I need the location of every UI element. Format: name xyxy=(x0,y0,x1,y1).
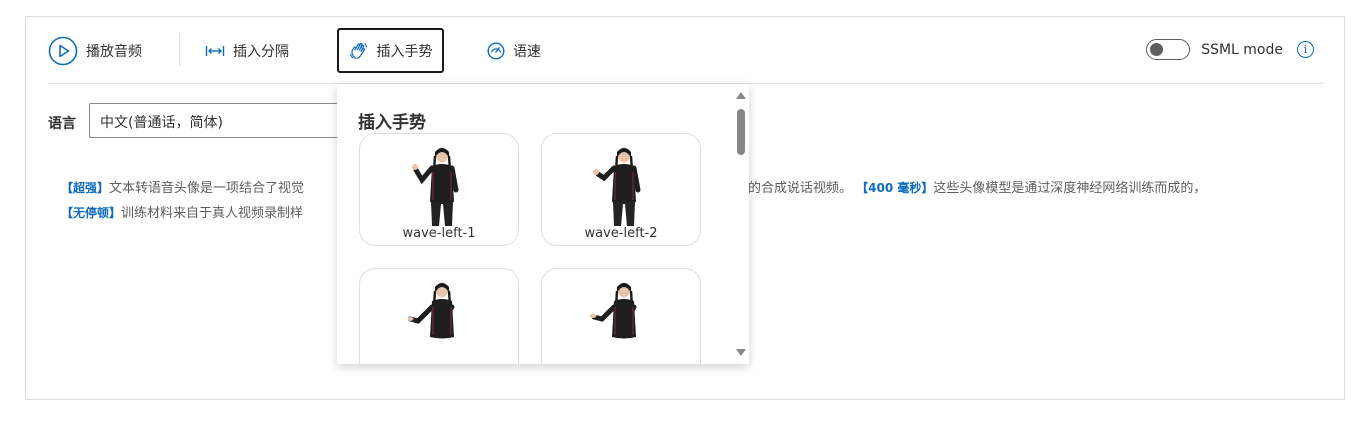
break-tag[interactable]: 【400 毫秒】 xyxy=(856,181,933,195)
toolbar: 播放音频 插入分隔 插入手势 语速 SSML mode i xyxy=(26,17,1344,84)
avatar-wave-left-image xyxy=(593,147,641,226)
info-icon[interactable]: i xyxy=(1297,41,1314,58)
language-label: 语言 xyxy=(48,116,76,132)
insert-gesture-button[interactable]: 插入手势 xyxy=(337,28,444,73)
gesture-card[interactable]: wave-left-2 xyxy=(541,133,701,246)
text-line-1-tail: 的合成说话视频。 【400 毫秒】这些头像模型是通过深度神经网络训练而成的， xyxy=(748,176,1206,201)
gesture-card[interactable] xyxy=(359,268,519,364)
gesture-card-caption: wave-left-2 xyxy=(584,226,658,241)
text-segment: 文本转语音头像是一项结合了视觉 xyxy=(109,181,305,196)
gesture-panel-title: 插入手势 xyxy=(358,113,426,133)
insert-break-label: 插入分隔 xyxy=(233,44,289,60)
play-audio-label: 播放音频 xyxy=(86,44,142,60)
scrollbar-thumb[interactable] xyxy=(737,109,745,155)
text-segment: 这些头像模型是通过深度神经网络训练而成的， xyxy=(933,181,1207,196)
avatar-gesture-image xyxy=(408,282,455,339)
toolbar-divider xyxy=(179,33,180,67)
ssml-mode-control: SSML mode i xyxy=(1146,39,1314,60)
text-segment: 训练材料来自于真人视频录制样 xyxy=(121,206,304,221)
ssml-mode-label: SSML mode xyxy=(1201,41,1283,58)
avatar-wave-left-image xyxy=(412,147,459,226)
gesture-card[interactable]: wave-left-1 xyxy=(359,133,519,246)
ssml-mode-toggle[interactable] xyxy=(1146,39,1191,60)
language-select[interactable]: 中文(普通话，简体) xyxy=(89,103,349,138)
insert-gesture-label: 插入手势 xyxy=(376,43,433,60)
speech-rate-label: 语速 xyxy=(513,44,541,60)
break-arrows-icon xyxy=(205,46,225,56)
scroll-up-arrow-icon[interactable] xyxy=(736,92,746,99)
emphasis-tag[interactable]: 【超强】 xyxy=(61,181,109,195)
scroll-down-arrow-icon[interactable] xyxy=(736,349,746,356)
text-segment: 的合成说话视频。 xyxy=(748,181,853,196)
gauge-icon xyxy=(487,42,505,60)
avatar-gesture-image xyxy=(590,282,637,339)
gesture-card-caption: wave-left-1 xyxy=(402,226,476,241)
gesture-card[interactable] xyxy=(541,268,701,364)
wave-hand-icon xyxy=(349,42,367,59)
gesture-dropdown: 插入手势 wave-left-1 wave-left-2 xyxy=(337,84,749,364)
gesture-scrollbar[interactable] xyxy=(735,84,749,364)
play-audio-button[interactable]: 播放音频 xyxy=(48,34,142,68)
play-circle-icon xyxy=(48,36,78,66)
no-pause-tag[interactable]: 【无停顿】 xyxy=(61,206,121,220)
speech-rate-button[interactable]: 语速 xyxy=(487,34,541,68)
insert-break-button[interactable]: 插入分隔 xyxy=(205,34,289,68)
toggle-knob xyxy=(1150,43,1164,56)
